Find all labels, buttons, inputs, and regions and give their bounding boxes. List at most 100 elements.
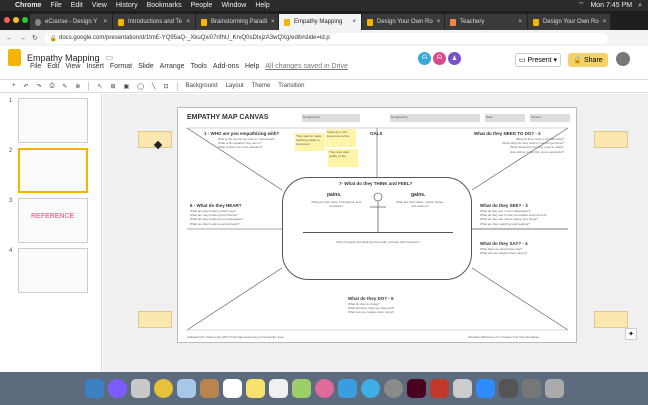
launchpad-icon[interactable]: [130, 379, 150, 398]
app-store-icon[interactable]: [360, 379, 380, 398]
url-field[interactable]: 🔒 docs.google.com/presentation/d/1tmE-YQ…: [43, 32, 608, 44]
notes-icon[interactable]: [245, 379, 265, 398]
menu-edit[interactable]: Edit: [71, 2, 83, 9]
close-tab-icon[interactable]: ×: [271, 19, 275, 25]
explore-button[interactable]: ✦: [625, 328, 637, 340]
line-icon[interactable]: ╲: [152, 83, 156, 90]
messages-icon[interactable]: [337, 379, 357, 398]
textbox-icon[interactable]: ⊞: [110, 83, 115, 90]
doc-title[interactable]: Empathy Mapping: [27, 53, 100, 63]
sticky-note[interactable]: [594, 131, 628, 148]
print-icon[interactable]: ⎙: [50, 83, 55, 90]
close-tab-icon[interactable]: ×: [186, 19, 190, 25]
menu-help[interactable]: Help: [255, 2, 269, 9]
zoom-window-icon[interactable]: [22, 17, 28, 23]
menu-edit[interactable]: Edit: [47, 63, 59, 70]
close-tab-icon[interactable]: ×: [103, 19, 107, 25]
version-field[interactable]: Version:: [530, 114, 570, 122]
indesign-icon[interactable]: [406, 379, 426, 398]
forward-icon[interactable]: →: [19, 35, 26, 42]
tab-empathy-mapping[interactable]: Empathy Mapping ×: [279, 14, 362, 30]
paint-format-icon[interactable]: ✎: [62, 83, 67, 90]
clock[interactable]: Mon 7:45 PM: [590, 2, 632, 9]
date-field[interactable]: Date:: [485, 114, 525, 122]
close-window-icon[interactable]: [4, 17, 10, 23]
wifi-icon[interactable]: ⌔: [578, 1, 585, 10]
trash-icon[interactable]: [544, 379, 564, 398]
slides-logo-icon[interactable]: [8, 49, 21, 66]
image-icon[interactable]: ▣: [124, 83, 130, 90]
user-avatar[interactable]: [616, 52, 630, 66]
photos-icon[interactable]: [314, 379, 334, 398]
preview-icon[interactable]: [176, 379, 196, 398]
designed-for-field[interactable]: Designed for:: [302, 114, 360, 122]
downloads-icon[interactable]: [521, 379, 541, 398]
menu-insert[interactable]: Insert: [86, 63, 104, 70]
tab-design-roadmap-1[interactable]: Design Your Own Ro ×: [362, 14, 445, 30]
present-button[interactable]: ▭ Present ▾: [515, 53, 561, 67]
menu-people[interactable]: People: [191, 2, 213, 9]
menu-arrange[interactable]: Arrange: [160, 63, 185, 70]
slide-canvas[interactable]: EMPATHY MAP CANVAS Designed for: Designe…: [177, 107, 577, 343]
menu-file[interactable]: File: [30, 63, 41, 70]
sticky-note[interactable]: Students in this lesson are active: [326, 129, 356, 147]
search-icon[interactable]: ⌕: [638, 2, 642, 10]
menu-view[interactable]: View: [65, 63, 80, 70]
layout-button[interactable]: Layout: [226, 83, 244, 89]
close-tab-icon[interactable]: ×: [437, 19, 441, 25]
menu-history[interactable]: History: [116, 2, 138, 9]
select-icon[interactable]: ↖: [97, 83, 102, 90]
undo-icon[interactable]: ↶: [24, 83, 29, 90]
tab-design-roadmap-2[interactable]: Design Your Own Ro ×: [528, 14, 611, 30]
acrobat-icon[interactable]: [429, 379, 449, 398]
background-button[interactable]: Background: [186, 83, 218, 89]
back-icon[interactable]: ←: [6, 35, 13, 42]
comment-icon[interactable]: ⊡: [164, 83, 169, 90]
close-tab-icon[interactable]: ×: [603, 19, 607, 25]
new-slide-icon[interactable]: +: [12, 83, 16, 89]
save-status[interactable]: All changes saved in Drive: [265, 63, 348, 70]
maps-icon[interactable]: [291, 379, 311, 398]
minimize-window-icon[interactable]: [13, 17, 19, 23]
contacts-icon[interactable]: [199, 379, 219, 398]
menu-help[interactable]: Help: [245, 63, 259, 70]
tab-teachery[interactable]: Teachery ×: [445, 14, 528, 30]
theme-button[interactable]: Theme: [252, 83, 271, 89]
chrome-icon[interactable]: [153, 379, 173, 398]
menu-slide[interactable]: Slide: [138, 63, 154, 70]
slide-thumb-4[interactable]: [18, 248, 88, 293]
share-button[interactable]: 🔒 Share: [568, 53, 608, 67]
siri-icon[interactable]: [107, 379, 127, 398]
app-menu[interactable]: Chrome: [15, 2, 41, 9]
slide-thumb-3[interactable]: REFERENCE: [18, 198, 88, 243]
slide-thumb-2[interactable]: [18, 148, 88, 193]
menu-view[interactable]: View: [92, 2, 107, 9]
tab-brainstorming[interactable]: Brainstorming Paradi ×: [196, 14, 279, 30]
tab-introductions[interactable]: Introductions and Te ×: [113, 14, 196, 30]
sticky-note[interactable]: [594, 311, 628, 328]
folder-icon[interactable]: ▭: [106, 53, 114, 62]
textedit-icon[interactable]: [452, 379, 472, 398]
close-tab-icon[interactable]: ×: [518, 19, 522, 25]
close-tab-icon[interactable]: ×: [352, 19, 356, 25]
avatar[interactable]: ᗣ: [418, 52, 431, 65]
transition-button[interactable]: Transition: [278, 83, 304, 89]
slide-thumb-1[interactable]: [18, 98, 88, 143]
system-preferences-icon[interactable]: [383, 379, 403, 398]
shape-icon[interactable]: ◯: [137, 83, 144, 90]
redo-icon[interactable]: ↷: [37, 83, 42, 90]
folder-icon[interactable]: [498, 379, 518, 398]
designed-by-field[interactable]: Designed by:: [390, 114, 480, 122]
menu-bookmarks[interactable]: Bookmarks: [147, 2, 182, 9]
zoom-icon[interactable]: [475, 379, 495, 398]
avatar[interactable]: ♟: [448, 52, 461, 65]
menu-format[interactable]: Format: [110, 63, 132, 70]
calendar-icon[interactable]: [222, 379, 242, 398]
sticky-note[interactable]: They also want quality of life: [328, 149, 358, 167]
think-feel-box[interactable]: 7- What do they THINK and FEEL? pains. g…: [282, 177, 472, 280]
finder-icon[interactable]: [84, 379, 104, 398]
zoom-icon[interactable]: ⊕: [75, 83, 80, 90]
sticky-note[interactable]: [138, 311, 172, 328]
avatar[interactable]: ᗣ: [433, 52, 446, 65]
menu-addons[interactable]: Add-ons: [213, 63, 239, 70]
